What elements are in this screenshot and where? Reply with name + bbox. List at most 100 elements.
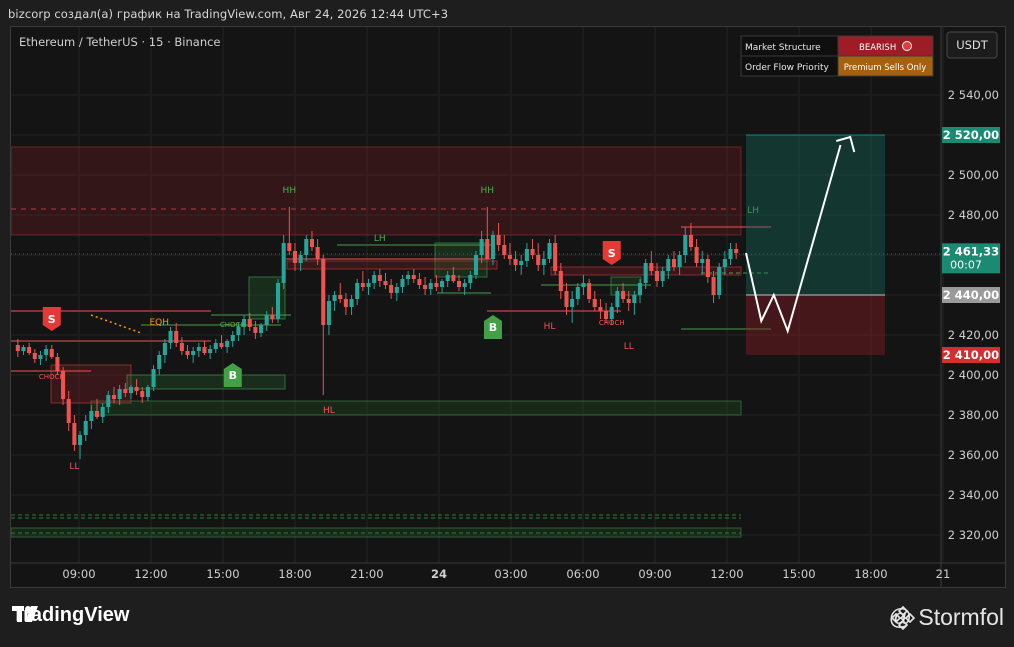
buy-signal-marker: B — [223, 363, 242, 387]
candle-body — [575, 287, 580, 299]
candle-body — [468, 275, 473, 283]
candle-body — [592, 299, 597, 307]
author-watermark: @ Stormfol — [889, 604, 1004, 631]
candle-body — [123, 389, 128, 393]
candle-body — [157, 355, 162, 369]
structure-label: HL — [323, 406, 335, 416]
binance-logo-icon — [890, 605, 915, 631]
buy-signal-label: B — [229, 369, 237, 382]
candle-body — [417, 279, 422, 285]
candle-body — [66, 399, 71, 423]
candle-body — [326, 301, 331, 325]
candle-body — [473, 255, 479, 275]
candle-body — [151, 369, 156, 387]
candle-body — [332, 295, 337, 301]
sell-signal-label: S — [608, 247, 616, 260]
info-table-label: Order Flow Priority — [745, 63, 830, 73]
candle-body — [637, 283, 643, 295]
candle-body — [581, 283, 586, 287]
candle-body — [32, 353, 37, 359]
candle-body — [168, 331, 173, 343]
symbol-title: Ethereum / TetherUS · 15 · Binance — [19, 35, 221, 49]
candle-body — [445, 275, 450, 281]
candle-body — [292, 251, 298, 263]
candlestick-chart[interactable]: HHHHLHLHLLLLHLHLCHOCHCHOCHCHOCHEQHSSBB2 … — [11, 27, 1005, 587]
currency-label: USDT — [956, 38, 989, 52]
candle-body — [270, 315, 275, 319]
candle-body — [55, 357, 60, 371]
candle-body — [106, 395, 111, 407]
tradingview-logo-icon — [12, 606, 38, 622]
candle-body — [406, 275, 411, 279]
candle-body — [208, 349, 213, 353]
candle-body — [462, 283, 467, 287]
time-tick-label: 12:00 — [710, 567, 743, 581]
candle-body — [609, 307, 614, 319]
candle-body — [287, 243, 292, 251]
candle-body — [321, 259, 326, 325]
candle-body — [598, 307, 603, 311]
tradingview-logo: TradingView — [12, 604, 129, 627]
time-tick-label: 15:00 — [782, 567, 815, 581]
buy-signal-label: B — [489, 321, 497, 334]
time-tick-label: 09:00 — [638, 567, 671, 581]
candle-body — [423, 285, 428, 289]
candle-body — [700, 259, 705, 263]
candle-body — [400, 279, 405, 287]
time-tick-label: 12:00 — [134, 567, 167, 581]
candle-body — [553, 243, 558, 271]
candle-body — [434, 283, 439, 287]
structure-label: CHOCH — [39, 373, 65, 381]
candle-body — [711, 277, 716, 295]
candle-body — [496, 235, 501, 245]
candle-body — [355, 283, 360, 299]
candle-body — [507, 255, 512, 259]
candle-body — [338, 295, 343, 299]
structure-label: CHOCH — [599, 319, 625, 327]
info-table-value: BEARISH — [859, 43, 896, 53]
price-marker-label: 2 520,00 — [943, 128, 999, 142]
candle-body — [145, 387, 150, 397]
time-tick-label: 24 — [431, 567, 447, 581]
price-tick-label: 2 340,00 — [948, 488, 999, 502]
candle-body — [185, 351, 190, 355]
price-tick-label: 2 320,00 — [948, 528, 999, 542]
candle-body — [281, 243, 286, 283]
candle-body — [377, 275, 382, 281]
candle-body — [621, 291, 626, 299]
candle-body — [632, 295, 637, 303]
candle-body — [94, 411, 100, 417]
candle-body — [49, 349, 54, 357]
order-block — [434, 242, 488, 278]
order-block — [126, 374, 286, 390]
candle-body — [100, 407, 105, 417]
candle-body — [502, 245, 507, 255]
buy-signal-marker: B — [483, 315, 502, 339]
candle-body — [643, 263, 648, 283]
structure-label: HL — [544, 322, 556, 332]
candle-body — [298, 255, 303, 263]
time-tick-label: 09:00 — [62, 567, 95, 581]
candle-body — [309, 239, 314, 247]
chart-frame[interactable]: HHHHLHLHLLLLHLHLCHOCHCHOCHCHOCHEQHSSBB2 … — [10, 26, 1006, 588]
candle-body — [694, 247, 699, 263]
candle-body — [683, 235, 688, 255]
candle-body — [604, 311, 609, 319]
candle-body — [253, 327, 258, 333]
candle-body — [394, 287, 399, 293]
time-tick-label: 03:00 — [494, 567, 527, 581]
candle-body — [490, 235, 495, 259]
price-tick-label: 2 380,00 — [948, 408, 999, 422]
time-tick-label: 21 — [936, 567, 951, 581]
candle-body — [259, 325, 264, 333]
candle-body — [366, 283, 371, 287]
candle-body — [230, 335, 235, 341]
candle-body — [479, 239, 484, 255]
structure-label: LL — [69, 462, 79, 472]
price-marker-label: 2 440,00 — [943, 288, 999, 302]
time-tick-label: 21:00 — [350, 567, 383, 581]
candle-body — [456, 281, 462, 287]
candle-body — [225, 341, 230, 347]
order-block — [286, 260, 498, 270]
sell-signal-marker: S — [42, 307, 61, 331]
